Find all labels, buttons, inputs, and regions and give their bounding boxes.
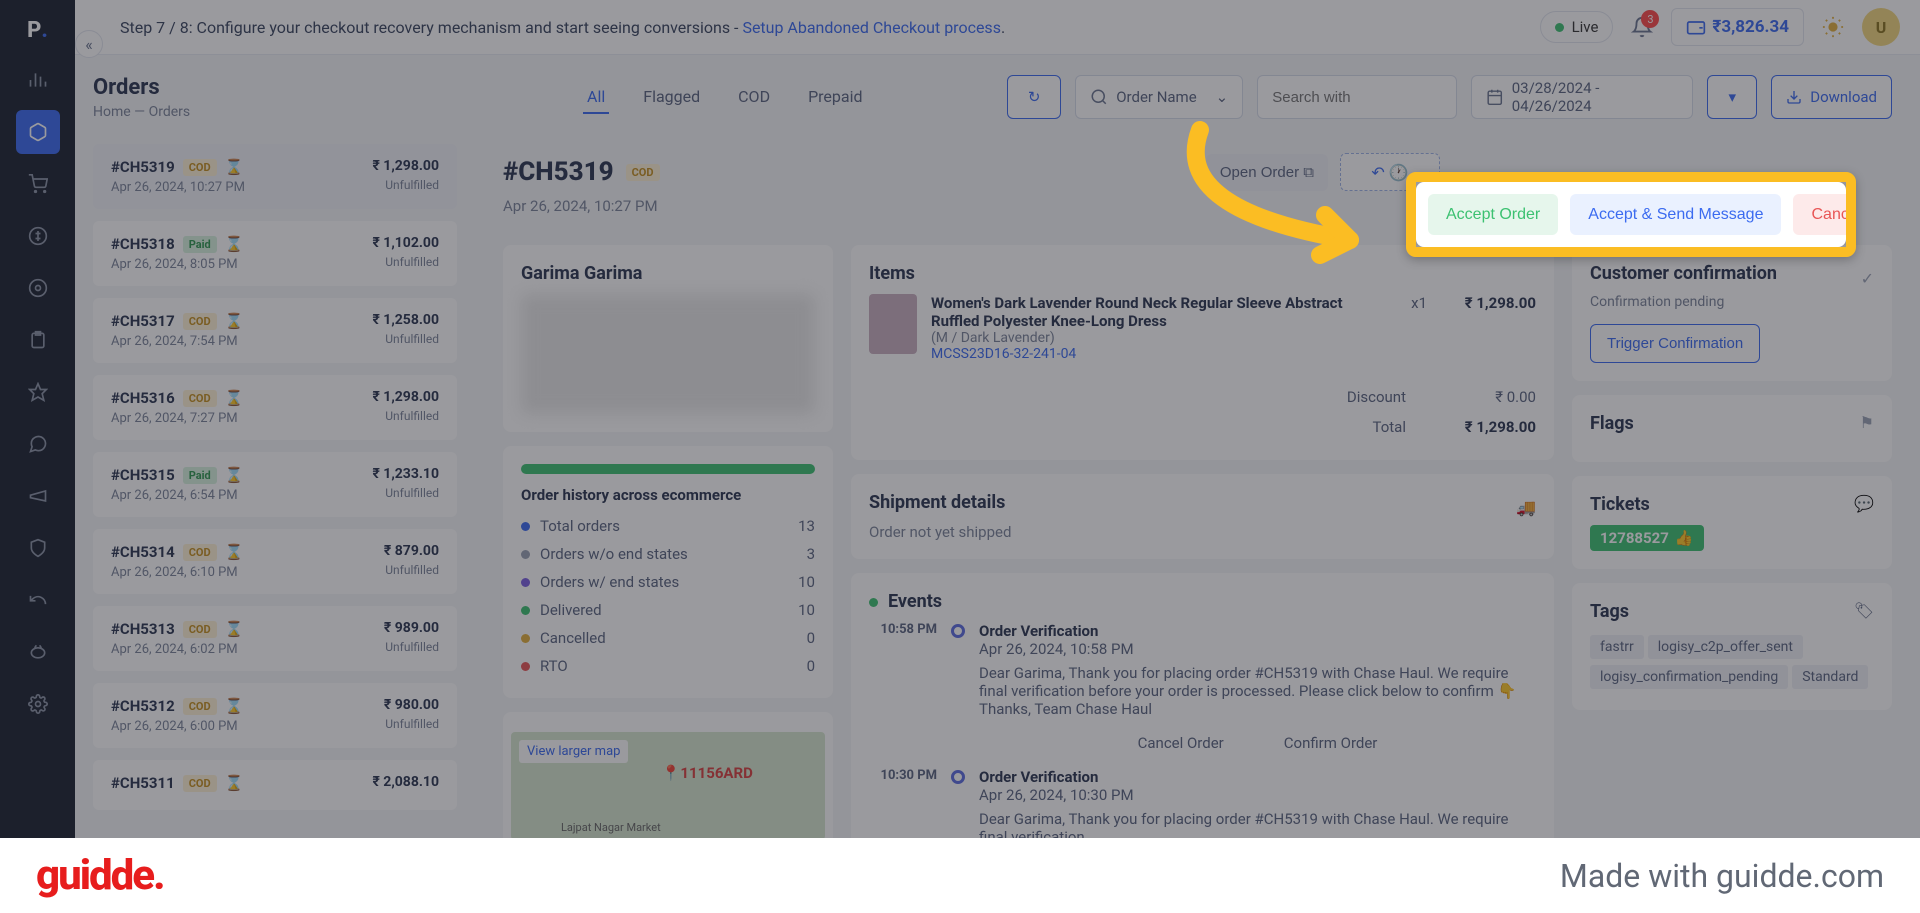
trigger-confirmation-button[interactable]: Trigger Confirmation [1590, 324, 1760, 363]
accept-order-button[interactable]: Accept Order [1428, 194, 1558, 235]
order-list-item[interactable]: #CH5317 COD ⌛Apr 26, 2024, 7:54 PM₹ 1,25… [93, 298, 457, 363]
event-confirm-link[interactable]: Confirm Order [1284, 734, 1378, 752]
accept-send-message-button[interactable]: Accept & Send Message [1570, 194, 1781, 235]
nav-undo-icon[interactable] [16, 578, 60, 622]
order-list-item[interactable]: #CH5315 Paid ⌛Apr 26, 2024, 6:54 PM₹ 1,2… [93, 452, 457, 517]
notification-count: 3 [1641, 10, 1659, 28]
view-larger-map-button[interactable]: View larger map [519, 740, 628, 763]
theme-toggle-icon[interactable] [1822, 16, 1844, 38]
tag-chip[interactable]: fastrr [1590, 635, 1644, 659]
chevron-down-icon: ⌄ [1216, 88, 1229, 106]
nav-star-icon[interactable] [16, 370, 60, 414]
nav-settings-icon[interactable] [16, 682, 60, 726]
breadcrumb: Home — Orders [93, 104, 457, 120]
order-history-card: Order history across ecommerce Total ord… [503, 446, 833, 698]
event-cancel-link[interactable]: Cancel Order [1138, 734, 1224, 752]
setup-banner: Step 7 / 8: Configure your checkout reco… [120, 18, 1005, 37]
nav-megaphone-icon[interactable] [16, 474, 60, 518]
nav-savings-icon[interactable] [16, 630, 60, 674]
app-logo: P. [18, 10, 58, 50]
cancel-order-button[interactable]: Cancel Order [1793, 194, 1856, 235]
guidde-footer: guidde. Made with guidde.com [0, 838, 1920, 913]
download-button[interactable]: Download [1771, 75, 1892, 119]
wallet-icon [1686, 17, 1706, 37]
customer-name: Garima Garima [521, 263, 815, 284]
setup-link[interactable]: Setup Abandoned Checkout process [742, 18, 1001, 37]
map-card: View larger map 📍11156ARD Lajpat Nagar M… [503, 712, 833, 838]
filter-tab[interactable]: All [583, 81, 609, 114]
product-image [869, 294, 917, 354]
tag-chip[interactable]: logisy_c2p_offer_sent [1648, 635, 1803, 659]
order-list-item[interactable]: #CH5313 COD ⌛Apr 26, 2024, 6:02 PM₹ 989.… [93, 606, 457, 671]
sidebar: P. [0, 0, 75, 913]
product-sku-link[interactable]: MCSS23D16-32-241-04 [931, 346, 1373, 362]
order-list-item[interactable]: #CH5316 COD ⌛Apr 26, 2024, 7:27 PM₹ 1,29… [93, 375, 457, 440]
order-list-item[interactable]: #CH5312 COD ⌛Apr 26, 2024, 6:00 PM₹ 980.… [93, 683, 457, 748]
nav-clipboard-icon[interactable] [16, 318, 60, 362]
tickets-card: Tickets💬 12788527 👍 [1572, 476, 1892, 569]
order-list-item[interactable]: #CH5311 COD ⌛₹ 2,088.10 [93, 760, 457, 810]
filter-button[interactable]: ▾ [1707, 75, 1757, 119]
ticket-badge[interactable]: 12788527 👍 [1590, 525, 1704, 551]
download-icon [1786, 89, 1802, 105]
user-avatar[interactable]: U [1862, 8, 1900, 46]
order-payment-badge: COD [626, 164, 660, 181]
shipment-card: Shipment details 🚚 Order not yet shipped [851, 474, 1554, 559]
wallet-balance[interactable]: ₹3,826.34 [1671, 8, 1804, 46]
tags-card: Tags🏷 fastrrlogisy_c2p_offer_sentlogisy_… [1572, 583, 1892, 710]
nav-currency-icon[interactable] [16, 214, 60, 258]
nav-cart-icon[interactable] [16, 162, 60, 206]
check-circle-icon: ✓ [1861, 269, 1874, 288]
page-title: Orders [93, 75, 457, 100]
order-list-item[interactable]: #CH5314 COD ⌛Apr 26, 2024, 6:10 PM₹ 879.… [93, 529, 457, 594]
flags-card: Flags⚑ [1572, 395, 1892, 462]
truck-icon: 🚚 [1516, 498, 1536, 517]
tag-chip[interactable]: logisy_confirmation_pending [1590, 665, 1788, 689]
live-badge: Live [1540, 11, 1614, 43]
calendar-icon [1486, 88, 1504, 106]
order-list-item[interactable]: #CH5318 Paid ⌛Apr 26, 2024, 8:05 PM₹ 1,1… [93, 221, 457, 286]
topbar: Step 7 / 8: Configure your checkout reco… [75, 0, 1920, 55]
notification-bell-icon[interactable]: 3 [1631, 16, 1653, 38]
nav-chat-icon[interactable] [16, 422, 60, 466]
nav-location-icon[interactable] [16, 266, 60, 310]
search-icon [1090, 88, 1108, 106]
filter-tab[interactable]: COD [734, 81, 774, 114]
filter-tab[interactable]: Flagged [639, 81, 704, 114]
highlighted-actions: Accept Order Accept & Send Message Cance… [1406, 172, 1856, 257]
nav-analytics-icon[interactable] [16, 58, 60, 102]
filter-tab[interactable]: Prepaid [804, 81, 866, 114]
tag-chip[interactable]: Standard [1792, 665, 1868, 689]
made-with-text: Made with guidde.com [1560, 857, 1884, 895]
nav-shield-icon[interactable] [16, 526, 60, 570]
order-id-heading: #CH5319 [503, 157, 614, 187]
annotation-arrow [1150, 110, 1400, 280]
events-card: Events 10:58 PMOrder VerificationApr 26,… [851, 573, 1554, 838]
customer-card: Garima Garima [503, 245, 833, 432]
comments-icon[interactable]: 💬 [1854, 494, 1874, 525]
date-range-picker[interactable]: 03/28/2024 - 04/26/2024 [1471, 75, 1693, 119]
order-list-item[interactable]: #CH5319 COD ⌛Apr 26, 2024, 10:27 PM₹ 1,2… [93, 144, 457, 209]
flag-icon[interactable]: ⚑ [1860, 413, 1874, 444]
confirmation-card: Customer confirmation ✓ Confirmation pen… [1572, 245, 1892, 381]
sidebar-collapse-icon[interactable]: « [75, 30, 103, 58]
tag-icon[interactable]: 🏷 [1854, 601, 1874, 632]
guidde-logo: guidde. [36, 851, 164, 900]
map-pin-icon: 📍11156ARD [662, 764, 753, 782]
refresh-button[interactable]: ↻ [1007, 75, 1061, 119]
nav-orders-icon[interactable] [16, 110, 60, 154]
